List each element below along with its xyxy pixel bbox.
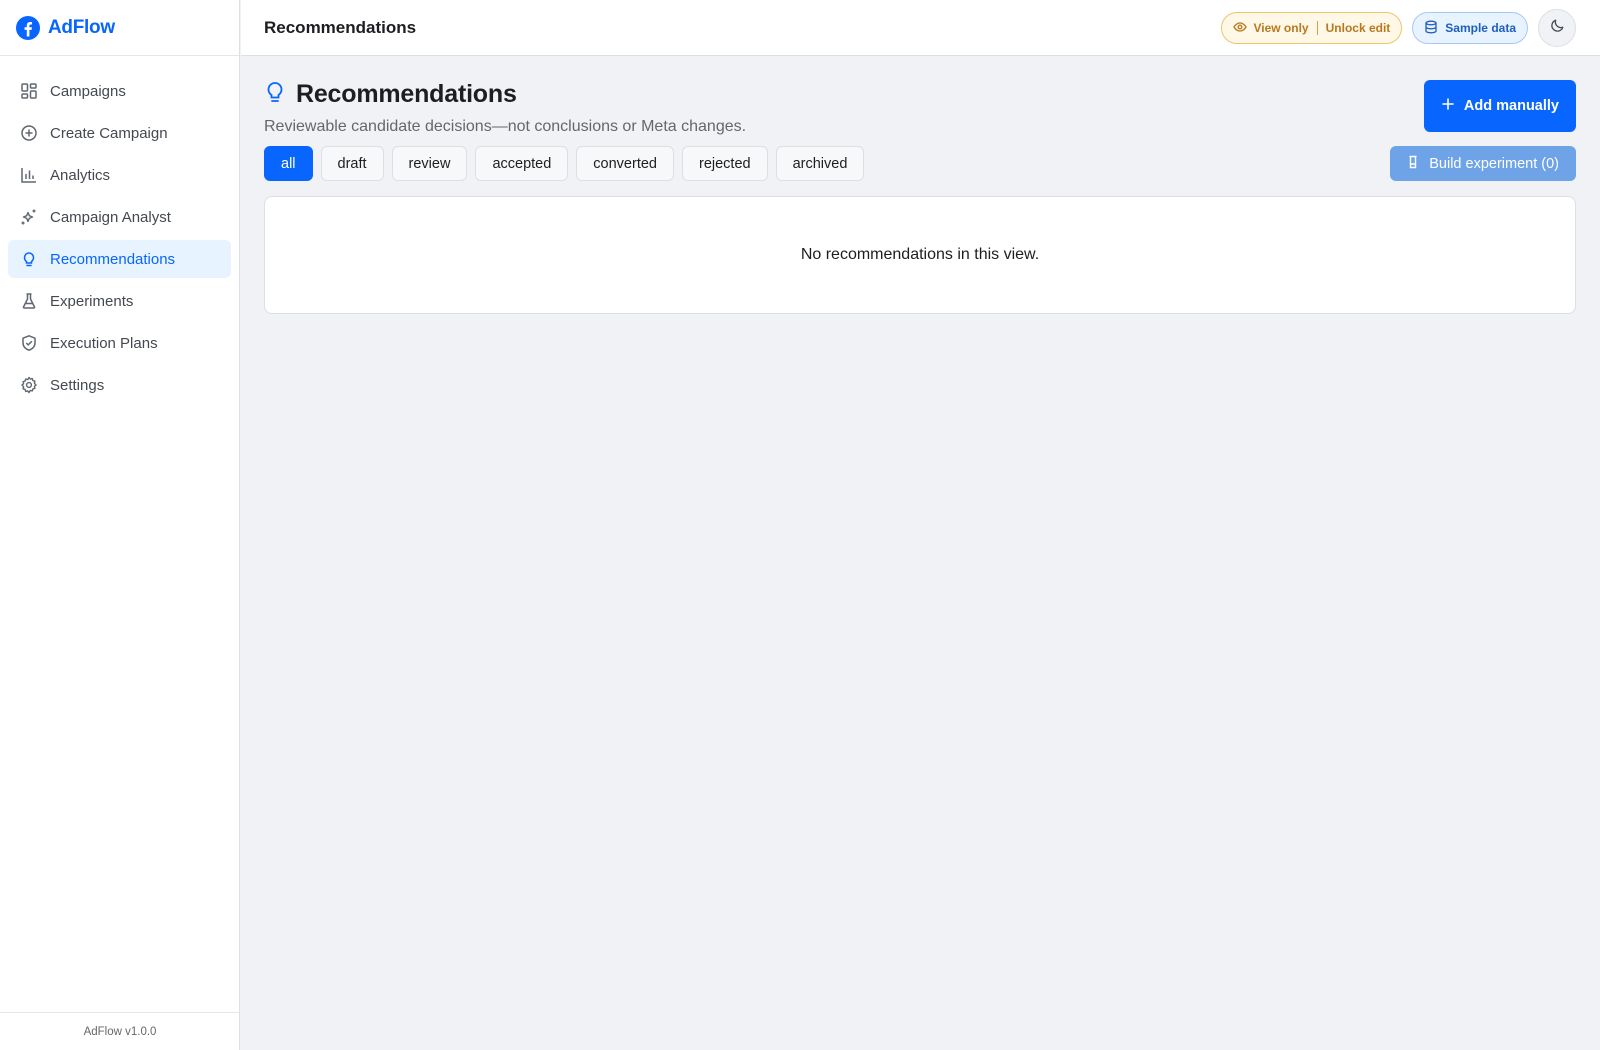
sidebar-item-recommendations[interactable]: Recommendations bbox=[8, 240, 231, 278]
sidebar-item-create-campaign[interactable]: Create Campaign bbox=[8, 114, 231, 152]
topbar: Recommendations View only Unlock edit Sa… bbox=[241, 0, 1600, 56]
view-only-pill[interactable]: View only Unlock edit bbox=[1221, 12, 1403, 44]
tab-draft[interactable]: draft bbox=[320, 146, 384, 181]
bar-chart-icon bbox=[20, 166, 38, 184]
tab-all[interactable]: all bbox=[264, 146, 313, 181]
page-subtitle: Reviewable candidate decisions—not concl… bbox=[264, 118, 747, 135]
sidebar-nav: Campaigns Create Campaign Analytics Camp… bbox=[0, 56, 239, 404]
sidebar-item-label: Create Campaign bbox=[50, 124, 168, 142]
moon-icon bbox=[1550, 18, 1565, 38]
gear-icon bbox=[20, 376, 38, 394]
sidebar-item-settings[interactable]: Settings bbox=[8, 366, 231, 404]
add-manually-button[interactable]: Add manually bbox=[1423, 80, 1576, 132]
tab-archived[interactable]: archived bbox=[775, 146, 865, 181]
database-icon bbox=[1424, 20, 1438, 37]
main-content: Recommendations Reviewable candidate dec… bbox=[241, 57, 1600, 1050]
build-experiment-label: Build experiment (0) bbox=[1429, 155, 1559, 172]
sidebar-item-execution-plans[interactable]: Execution Plans bbox=[8, 324, 231, 362]
add-manually-label: Add manually bbox=[1463, 98, 1559, 114]
grid-icon bbox=[20, 82, 38, 100]
status-filter-tabs: all draft review accepted converted reje… bbox=[264, 146, 865, 181]
brand[interactable]: AdFlow bbox=[0, 0, 239, 56]
sidebar-item-label: Settings bbox=[50, 376, 105, 394]
shield-check-icon bbox=[20, 334, 38, 352]
facebook-logo-icon bbox=[16, 15, 40, 40]
sidebar-item-label: Analytics bbox=[50, 166, 111, 184]
page-header: Recommendations Reviewable candidate dec… bbox=[264, 79, 746, 136]
flask-icon bbox=[20, 292, 38, 310]
plus-circle-icon bbox=[20, 124, 38, 142]
tab-rejected[interactable]: rejected bbox=[681, 146, 768, 181]
sidebar-item-experiments[interactable]: Experiments bbox=[8, 282, 231, 320]
eye-icon bbox=[1233, 20, 1248, 37]
topbar-title: Recommendations bbox=[264, 17, 417, 37]
sidebar-item-label: Execution Plans bbox=[50, 334, 158, 352]
sidebar-item-label: Campaigns bbox=[50, 82, 126, 100]
sidebar-item-label: Recommendations bbox=[50, 250, 176, 268]
sidebar-item-analytics[interactable]: Analytics bbox=[8, 156, 231, 194]
tab-review[interactable]: review bbox=[391, 146, 468, 181]
sample-data-label: Sample data bbox=[1445, 21, 1516, 35]
tab-converted[interactable]: converted bbox=[576, 146, 674, 181]
sidebar-item-campaign-analyst[interactable]: Campaign Analyst bbox=[8, 198, 231, 236]
sidebar-item-label: Campaign Analyst bbox=[50, 208, 171, 226]
view-only-label: View only bbox=[1253, 21, 1309, 35]
build-experiment-button[interactable]: Build experiment (0) bbox=[1390, 146, 1576, 181]
pill-divider bbox=[1316, 21, 1318, 35]
sidebar: AdFlow Campaigns Create Campaign Analyti… bbox=[0, 0, 240, 1050]
unlock-edit-link[interactable]: Unlock edit bbox=[1326, 21, 1391, 35]
tab-accepted[interactable]: accepted bbox=[475, 146, 569, 181]
lightbulb-icon bbox=[264, 79, 286, 110]
brand-name: AdFlow bbox=[48, 16, 115, 38]
flask-icon bbox=[1407, 155, 1419, 173]
lightbulb-icon bbox=[20, 250, 38, 268]
sidebar-item-campaigns[interactable]: Campaigns bbox=[8, 72, 231, 110]
app-version: AdFlow v1.0.0 bbox=[0, 1012, 240, 1050]
page-title: Recommendations bbox=[296, 80, 517, 108]
theme-toggle-button[interactable] bbox=[1538, 9, 1576, 47]
empty-state-message: No recommendations in this view. bbox=[800, 246, 1040, 263]
plus-icon bbox=[1441, 97, 1455, 115]
empty-state-card: No recommendations in this view. bbox=[264, 196, 1576, 314]
sidebar-item-label: Experiments bbox=[50, 292, 134, 310]
topbar-actions: View only Unlock edit Sample data bbox=[1221, 9, 1576, 47]
sparkles-icon bbox=[20, 208, 38, 226]
sample-data-pill[interactable]: Sample data bbox=[1412, 12, 1528, 44]
